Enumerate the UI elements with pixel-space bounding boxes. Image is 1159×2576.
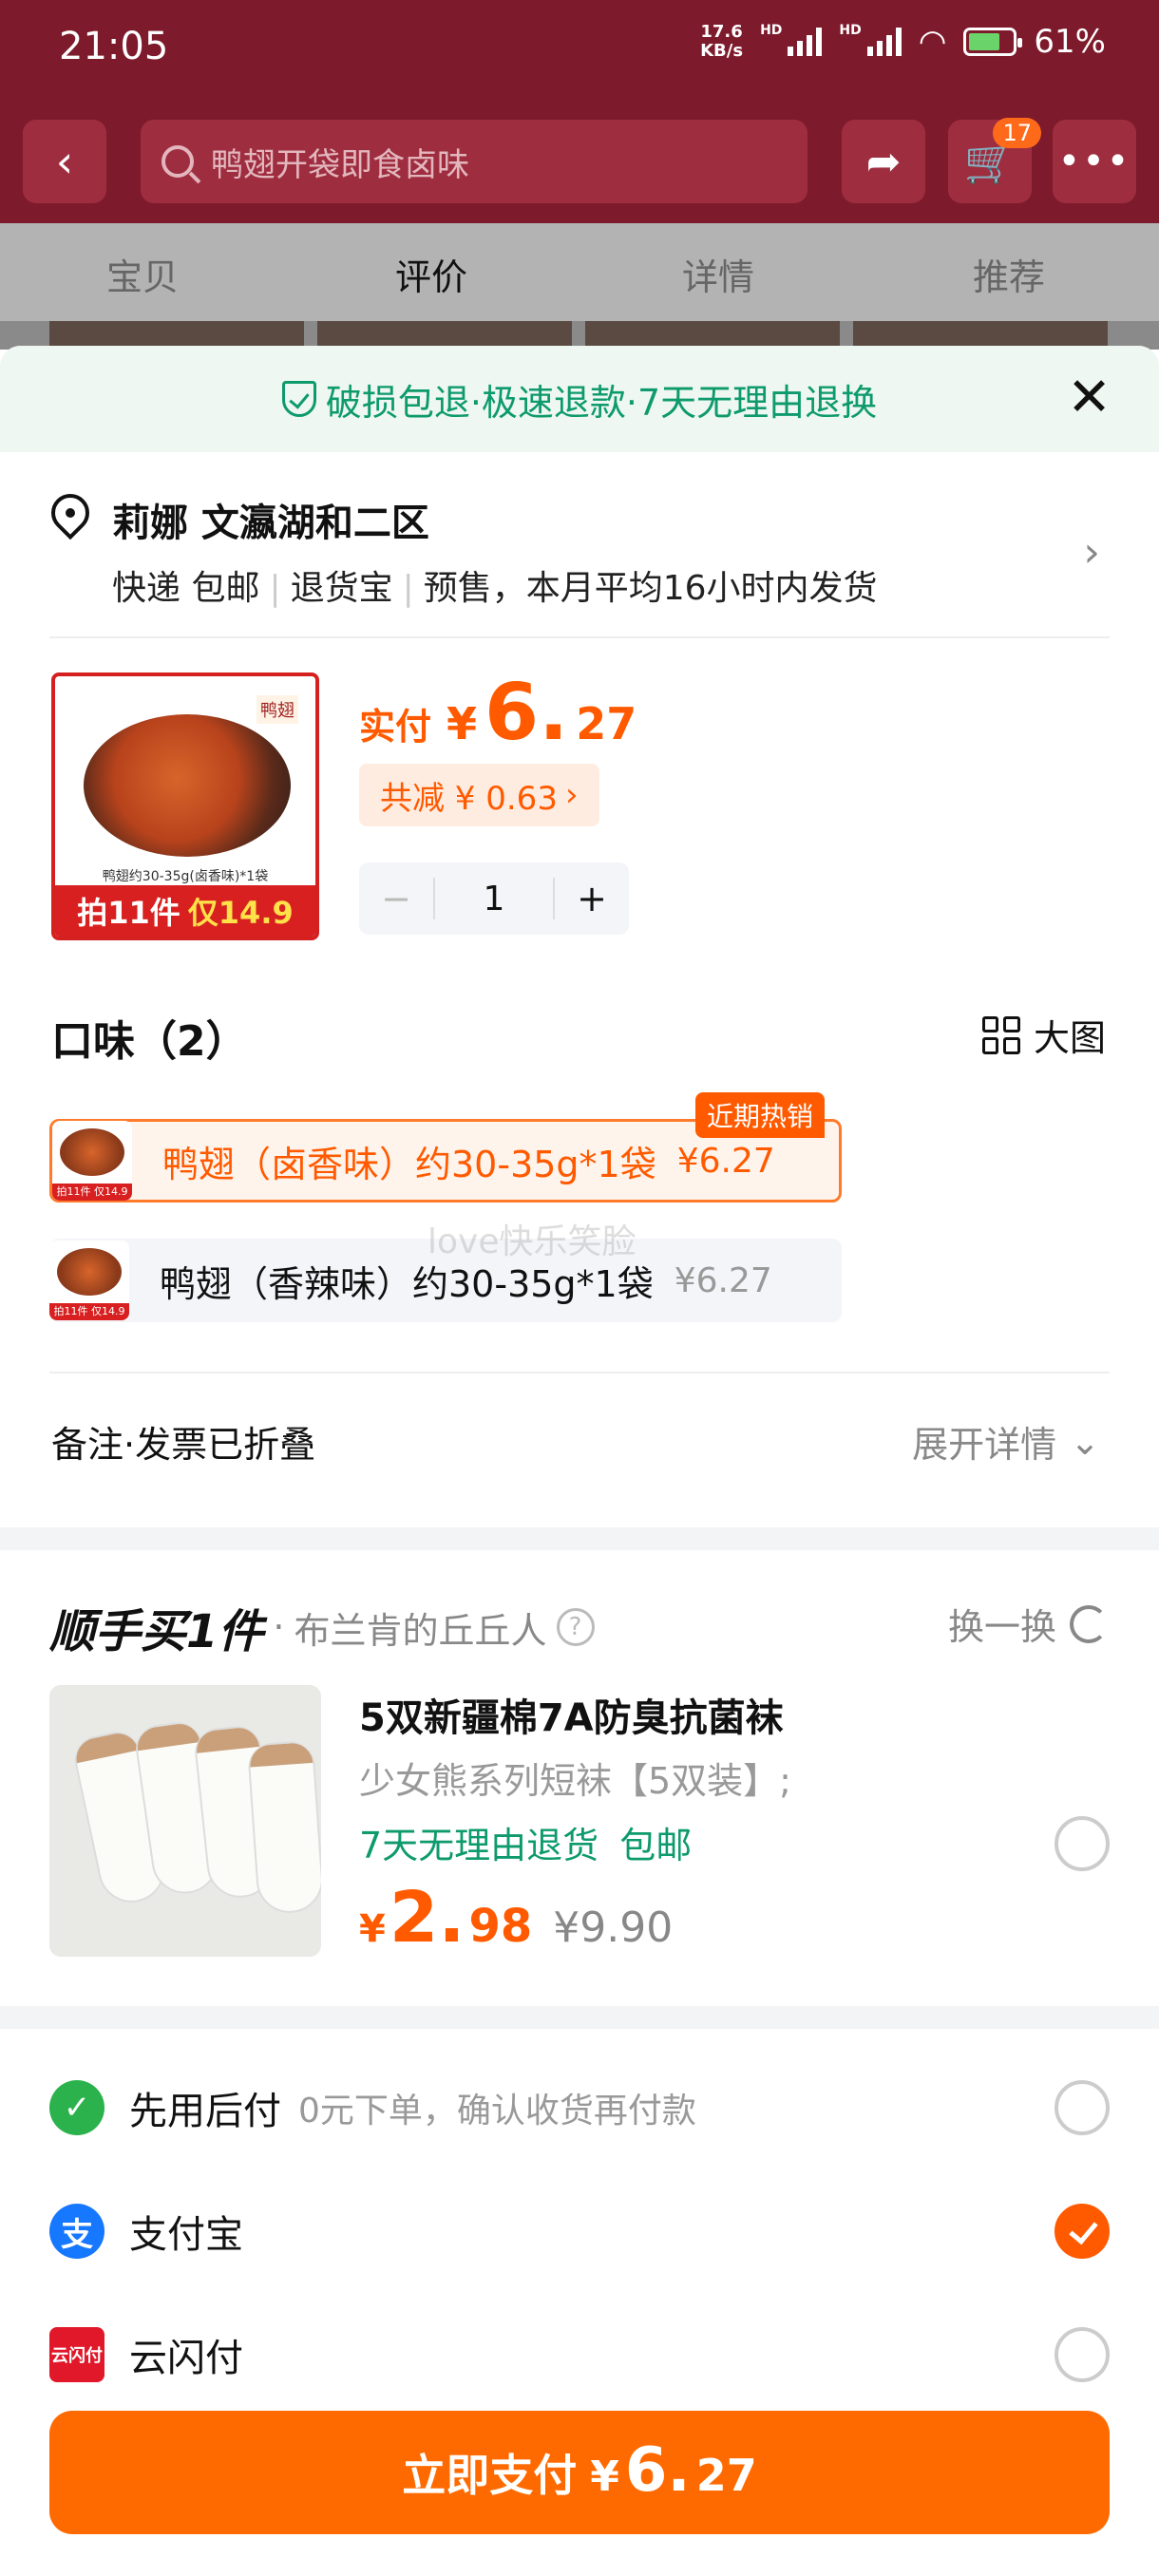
location-pin-icon: [43, 485, 98, 540]
signal-icon-2: [866, 28, 902, 56]
swap-button[interactable]: 换一换: [948, 1598, 1108, 1650]
share-button[interactable]: ➦: [842, 120, 925, 203]
chevron-right-icon[interactable]: ›: [1083, 528, 1100, 577]
product-image[interactable]: 鸭翅 鸭翅约30-35g(卤香味)*1袋 拍11件 仅14.9: [51, 672, 319, 940]
search-input[interactable]: 鸭翅开袋即食卤味: [141, 120, 808, 203]
pay-now-button[interactable]: 立即支付 ¥ 6. 27: [49, 2411, 1110, 2534]
addon-title: 顺手买1件: [49, 1605, 264, 1658]
addon-price: ¥ 2. 98 ¥9.90: [359, 1877, 674, 1959]
net-speed: 17.6 KB/s: [700, 22, 744, 61]
quantity-stepper: − 1 +: [359, 862, 629, 935]
chevron-right-icon: ›: [564, 776, 579, 814]
chevron-left-icon: ‹: [55, 136, 74, 187]
hd-label: HD: [760, 23, 783, 38]
tab-item[interactable]: 宝贝: [106, 248, 179, 300]
payment-option-paylater[interactable]: ✓ 先用后付 0元下单，确认收货再付款: [49, 2074, 696, 2141]
note-invoice-label: 备注·发票已折叠: [51, 1424, 316, 1466]
grid-icon: [981, 1015, 1020, 1054]
paylater-radio[interactable]: [1054, 2080, 1110, 2135]
battery-icon: [963, 28, 1023, 56]
hot-sale-badge: 近期热销: [695, 1092, 826, 1138]
close-icon[interactable]: ✕: [1067, 371, 1112, 425]
final-price: 实付 ¥ 6. 27: [359, 668, 637, 758]
search-icon: [162, 145, 194, 178]
unionpay-icon: 云闪付: [49, 2327, 104, 2382]
divider: [49, 1372, 1110, 1373]
paylater-icon: ✓: [49, 2080, 104, 2135]
watermark: love快乐笑脸: [428, 1222, 636, 1261]
tab-details[interactable]: 详情: [682, 248, 754, 300]
addon-product-desc: 少女熊系列短袜【5双装】;: [359, 1760, 791, 1802]
shipping-info: 快递 包邮 | 退货宝 | 预售，本月平均16小时内发货: [112, 569, 878, 608]
big-view-toggle[interactable]: 大图: [981, 1009, 1106, 1061]
alipay-icon: 支: [49, 2204, 104, 2259]
more-button[interactable]: •••: [1053, 120, 1136, 203]
cart-badge: 17: [993, 118, 1041, 148]
addon-select-radio[interactable]: [1054, 1816, 1110, 1871]
addon-header: 顺手买1件 · 布兰肯的丘丘人 ?: [49, 1594, 595, 1660]
status-icons: 17.6 KB/s HD HD ◠ 61%: [700, 22, 1106, 62]
status-time: 21:05: [59, 25, 169, 68]
signal-icon: [788, 28, 823, 56]
increase-button[interactable]: +: [553, 878, 629, 919]
product-image-caption: 鸭翅约30-35g(卤香味)*1袋: [102, 869, 269, 884]
status-bar: 21:05 17.6 KB/s HD HD ◠ 61%: [0, 0, 1159, 104]
search-placeholder: 鸭翅开袋即食卤味: [211, 145, 469, 184]
hd-label-2: HD: [839, 23, 862, 38]
option-thumbnail: 拍11件 仅14.9: [49, 1241, 129, 1320]
product-promo-banner: 拍11件 仅14.9: [55, 885, 315, 937]
back-button[interactable]: ‹: [23, 120, 106, 203]
refresh-icon: [1070, 1604, 1108, 1643]
addon-shop: 布兰肯的丘丘人: [294, 1609, 547, 1652]
tab-bar: 宝贝 评价 详情 推荐: [0, 223, 1159, 323]
flavor-title: 口味（2）: [51, 1017, 248, 1066]
tab-reviews[interactable]: 评价: [395, 248, 467, 300]
decrease-button[interactable]: −: [359, 878, 435, 919]
payment-option-alipay[interactable]: 支 支付宝: [49, 2198, 243, 2264]
help-icon[interactable]: ?: [556, 1608, 595, 1646]
tab-recommend[interactable]: 推荐: [973, 248, 1045, 300]
nav-bar: ‹ 鸭翅开袋即食卤味 ➦ 🛒 17 •••: [0, 104, 1159, 223]
cart-button[interactable]: 🛒 17: [948, 118, 1041, 203]
guarantee-banner: 破损包退·极速退款·7天无理由退换: [0, 346, 1159, 452]
discount-button[interactable]: 共减 ¥ 0.63 ›: [359, 764, 599, 826]
payment-option-unionpay[interactable]: 云闪付 云闪付: [49, 2321, 243, 2388]
address-name[interactable]: 莉娜 文瀛湖和二区: [112, 492, 429, 547]
addon-product-name[interactable]: 5双新疆棉7A防臭抗菌袜: [359, 1687, 784, 1742]
expand-details-button[interactable]: 展开详情 ⌄: [912, 1415, 1100, 1468]
addon-tags: 7天无理由退货 包邮: [359, 1825, 693, 1866]
option-thumbnail: 拍11件 仅14.9: [52, 1121, 132, 1201]
chevron-down-icon: ⌄: [1070, 1420, 1100, 1463]
alipay-radio[interactable]: [1054, 2204, 1110, 2259]
battery-percent: 61%: [1034, 23, 1106, 61]
addon-product-image[interactable]: [49, 1685, 321, 1957]
quantity-value[interactable]: 1: [435, 880, 553, 919]
unionpay-radio[interactable]: [1054, 2327, 1110, 2382]
share-icon: ➦: [865, 137, 902, 186]
more-icon: •••: [1057, 140, 1131, 183]
wifi-icon: ◠: [918, 23, 947, 61]
product-image-tag: 鸭翅: [256, 695, 298, 724]
section-divider: [0, 2006, 1159, 2029]
purchase-sheet: 破损包退·极速退款·7天无理由退换 ✕ 莉娜 文瀛湖和二区 快递 包邮 | 退货宝 |…: [0, 346, 1159, 2576]
divider: [49, 636, 1110, 638]
section-divider: [0, 1527, 1159, 1550]
guarantee-text: 破损包退·极速退款·7天无理由退换: [325, 381, 878, 424]
shield-check-icon: [281, 381, 316, 417]
